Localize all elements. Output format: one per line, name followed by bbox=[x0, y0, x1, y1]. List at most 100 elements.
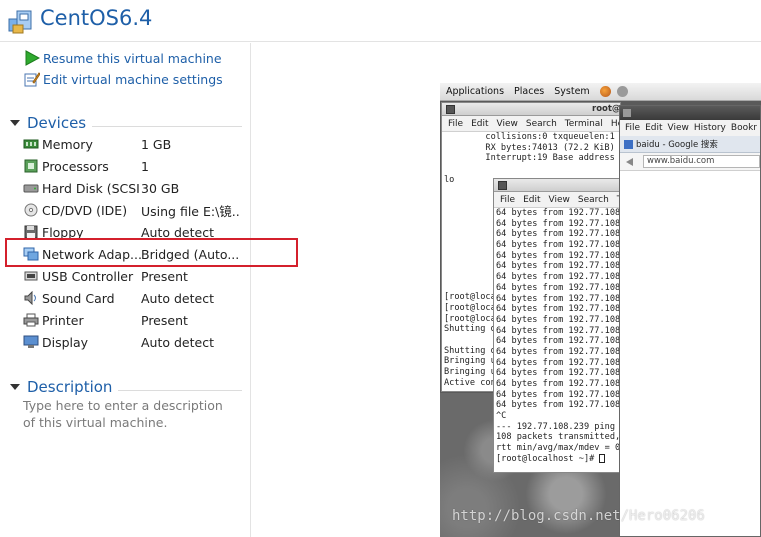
usb-icon bbox=[24, 271, 38, 281]
display-icon bbox=[23, 335, 39, 348]
menu-terminal: Terminal bbox=[564, 118, 603, 129]
browser-address-bar: www.baidu.com bbox=[620, 153, 760, 171]
device-value: Using file E:\镜... bbox=[141, 203, 241, 219]
browser-url: www.baidu.com bbox=[643, 155, 760, 168]
terminal-line: 64 bytes from 192.77.108 bbox=[496, 282, 621, 293]
menu-bookmarks: Bookr bbox=[730, 123, 757, 133]
menu-file: File bbox=[500, 194, 516, 205]
menu-edit: Edit bbox=[523, 194, 541, 205]
terminal-line: 64 bytes from 192.77.108 bbox=[496, 304, 621, 315]
devices-section-header[interactable]: Devices bbox=[10, 113, 242, 133]
description-input[interactable]: Type here to enter a description of this… bbox=[23, 397, 238, 431]
terminal-line: 64 bytes from 192.77.108 bbox=[496, 368, 621, 379]
resume-vm-link[interactable]: Resume this virtual machine bbox=[24, 49, 222, 67]
device-value: 1 GB bbox=[141, 136, 172, 152]
terminal-line: 64 bytes from 192.77.108 bbox=[496, 357, 621, 368]
device-name: CD/DVD (IDE) bbox=[42, 202, 128, 218]
edit-vm-settings-link[interactable]: Edit virtual machine settings bbox=[24, 70, 223, 88]
menu-history: History bbox=[693, 123, 726, 133]
device-value: Auto detect bbox=[141, 334, 214, 350]
device-row-display[interactable]: Display Auto detect bbox=[23, 332, 248, 352]
terminal-menubar: File Edit View Search Te bbox=[494, 192, 620, 208]
terminal-line: 64 bytes from 192.77.108 bbox=[496, 240, 621, 251]
terminal-line: 64 bytes from 192.77.108 bbox=[496, 400, 621, 411]
close-icon bbox=[623, 109, 631, 117]
menu-file: File bbox=[625, 123, 641, 133]
terminal-line: 64 bytes from 192.77.108 bbox=[496, 379, 621, 389]
terminal-line: rtt min/avg/max/mdev = 0 bbox=[496, 443, 621, 454]
device-name: Hard Disk (SCSI) bbox=[42, 180, 141, 196]
terminal-line: 64 bytes from 192.77.108 bbox=[496, 218, 621, 229]
floppy-icon bbox=[24, 225, 38, 239]
printer-icon bbox=[23, 313, 39, 327]
back-arrow-icon bbox=[626, 157, 633, 166]
vm-header: CentOS6.4 bbox=[0, 0, 761, 42]
collapse-triangle-icon bbox=[10, 120, 20, 126]
watermark-text: http://blog.csdn.net/Hero06206 bbox=[452, 508, 705, 524]
panel-menu-applications: Applications bbox=[446, 86, 505, 97]
browser-menubar: File Edit View History Bookr bbox=[620, 120, 760, 136]
memory-icon bbox=[23, 139, 39, 149]
device-row-sound-card[interactable]: Sound Card Auto detect bbox=[23, 288, 248, 308]
terminal-output: 64 bytes from 192.77.108 64 bytes from 19… bbox=[494, 208, 620, 465]
highlight-box bbox=[5, 238, 298, 267]
device-value: 1 bbox=[141, 158, 149, 174]
devices-title: Devices bbox=[27, 114, 87, 132]
browser-titlebar bbox=[620, 106, 760, 120]
close-icon bbox=[446, 105, 455, 114]
menu-view: View bbox=[667, 123, 689, 133]
device-row-usb-controller[interactable]: USB Controller Present bbox=[23, 266, 248, 286]
terminal-line: 64 bytes from 192.77.108 bbox=[496, 336, 621, 347]
device-value: Present bbox=[141, 268, 188, 284]
device-name: Processors bbox=[42, 158, 109, 174]
terminal-line: RX bytes:74013 (72.2 KiB) bbox=[444, 142, 615, 153]
play-icon bbox=[25, 50, 40, 66]
terminal-line: Interrupt:19 Base address bbox=[444, 153, 615, 164]
browser-tab-title: baidu - Google 搜索 bbox=[636, 140, 718, 150]
vm-screen-preview[interactable]: Applications Places System root@ File Ed… bbox=[440, 83, 761, 537]
browser-tab: baidu - Google 搜索 bbox=[620, 136, 760, 153]
menu-search: Search bbox=[525, 118, 557, 129]
cd-dvd-icon bbox=[24, 203, 38, 217]
terminal-line: 64 bytes from 192.77.108 bbox=[496, 314, 621, 325]
terminal-menubar: File Edit View Search Terminal He bbox=[442, 116, 620, 132]
description-section-header[interactable]: Description bbox=[10, 377, 242, 397]
terminal-line: ^C bbox=[496, 411, 507, 422]
terminal-line: 64 bytes from 192.77.108 bbox=[496, 346, 621, 357]
description-title: Description bbox=[27, 378, 113, 396]
resume-vm-label: Resume this virtual machine bbox=[43, 50, 222, 66]
device-name: Printer bbox=[42, 312, 84, 328]
browser-window: File Edit View History Bookr baidu - Goo… bbox=[619, 105, 761, 537]
device-value: Present bbox=[141, 312, 188, 328]
terminal-line: --- 192.77.108.239 ping s bbox=[496, 421, 621, 432]
device-name: USB Controller bbox=[42, 268, 134, 284]
menu-edit: Edit bbox=[471, 118, 489, 129]
device-row-hard-disk[interactable]: Hard Disk (SCSI) 30 GB bbox=[23, 178, 248, 198]
device-row-processors[interactable]: Processors 1 bbox=[23, 156, 248, 176]
terminal-line: collisions:0 txqueuelen:1 bbox=[444, 132, 615, 142]
terminal-line: 64 bytes from 192.77.108 bbox=[496, 261, 621, 272]
vm-details-panel: Resume this virtual machine Edit virtual… bbox=[0, 43, 251, 537]
terminal-titlebar bbox=[494, 179, 620, 192]
terminal-titlebar: root@ bbox=[442, 103, 620, 116]
virtual-machine-icon bbox=[8, 10, 32, 34]
terminal-line: [root@localhost ~]# bbox=[494, 453, 620, 465]
favicon-icon bbox=[624, 139, 633, 149]
terminal-title: root@ bbox=[592, 104, 621, 114]
device-row-printer[interactable]: Printer Present bbox=[23, 310, 248, 330]
collapse-triangle-icon bbox=[10, 384, 20, 390]
menu-file: File bbox=[448, 118, 464, 129]
terminal-line: 108 packets transmitted, bbox=[496, 432, 621, 443]
firefox-icon bbox=[599, 86, 611, 97]
close-icon bbox=[498, 181, 507, 190]
hard-disk-icon bbox=[23, 184, 39, 193]
mail-icon bbox=[616, 86, 628, 97]
terminal-line: 64 bytes from 192.77.108 bbox=[496, 208, 621, 218]
edit-settings-icon bbox=[24, 72, 40, 87]
device-row-memory[interactable]: Memory 1 GB bbox=[23, 134, 248, 154]
terminal-line: 64 bytes from 192.77.108 bbox=[496, 293, 621, 304]
section-divider bbox=[118, 389, 242, 391]
device-row-cd-dvd[interactable]: CD/DVD (IDE) Using file E:\镜... bbox=[23, 200, 248, 220]
terminal-window-2: File Edit View Search Te 64 bytes from 1… bbox=[493, 178, 621, 473]
